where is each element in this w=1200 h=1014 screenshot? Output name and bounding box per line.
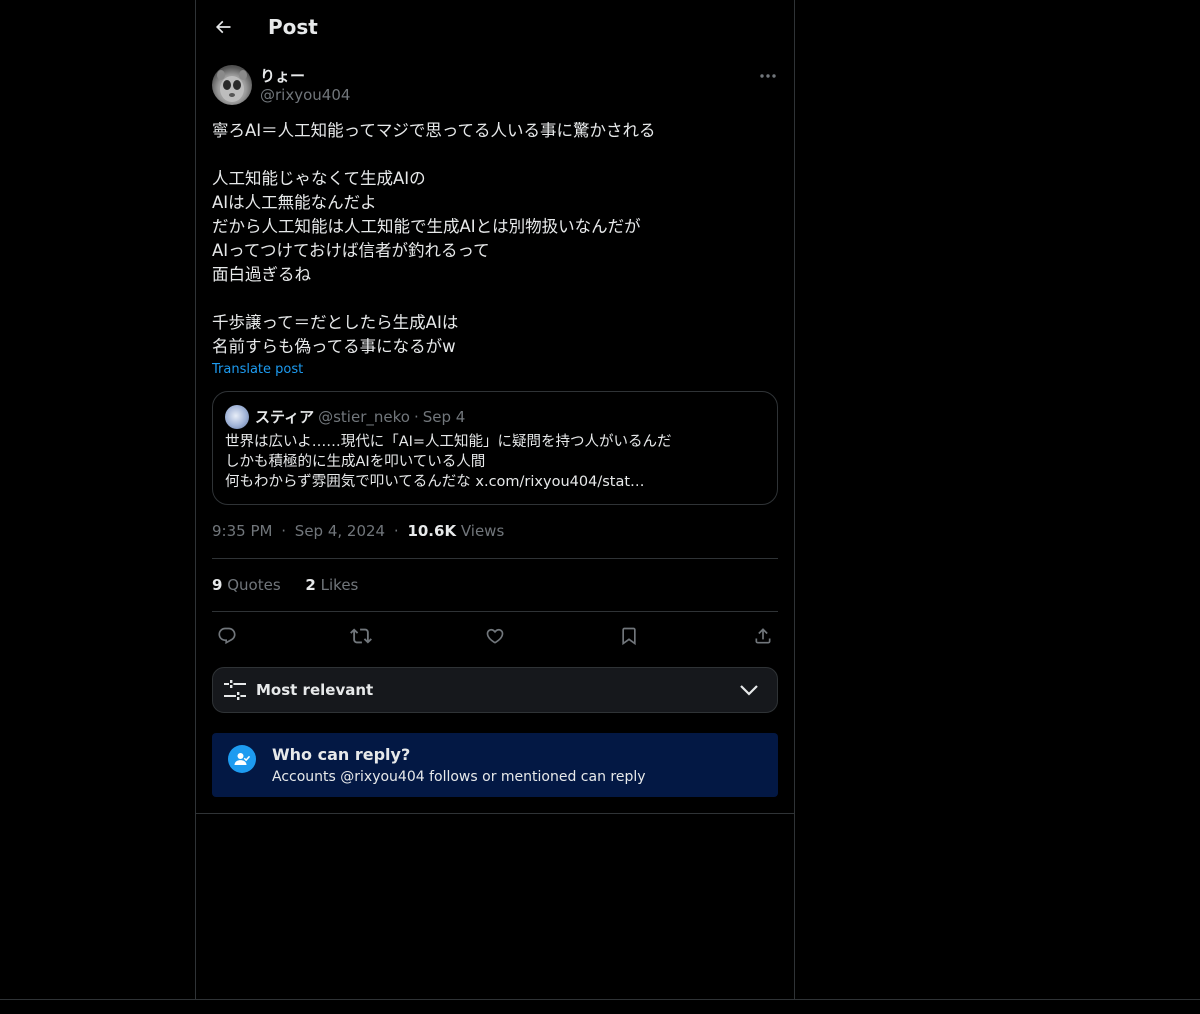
meta-separator: · (393, 522, 399, 540)
header: Post (212, 0, 778, 53)
repost-icon (350, 628, 372, 644)
sort-replies-dropdown[interactable]: Most relevant (212, 667, 778, 713)
chevron-down-icon (740, 685, 758, 696)
likes-count: 2 (305, 576, 316, 594)
like-button[interactable] (483, 624, 507, 648)
quote-header: スティア @stier_neko · Sep 4 (255, 406, 465, 427)
post-text-line: AIは人工無能なんだよ (212, 193, 377, 212)
reply-restriction-title: Who can reply? (272, 745, 411, 764)
views-label: Views (460, 522, 505, 540)
quote-text-line: しかも積極的に生成AIを叩いている人間 (225, 454, 486, 470)
divider (212, 611, 778, 612)
quote-text-line: 何もわからず雰囲気で叩いてるんだな x.com/rixyou404/stat… (225, 474, 645, 490)
quote-author-name[interactable]: スティア (255, 408, 314, 426)
post-text-line: 面白過ぎるね (212, 265, 311, 284)
meta-separator: · (281, 522, 287, 540)
user-check-icon (228, 745, 256, 773)
post-column: Post りょー @rixyou404 寧ろAI＝人工知能ってマジで思ってる人い… (195, 0, 795, 814)
author-handle[interactable]: @rixyou404 (260, 86, 350, 104)
back-button[interactable] (212, 16, 234, 38)
share-button[interactable] (751, 624, 775, 648)
avatar[interactable] (212, 65, 252, 105)
sort-label: Most relevant (256, 681, 374, 699)
post-text-line (212, 287, 778, 311)
like-icon (486, 628, 504, 644)
author-name[interactable]: りょー (260, 65, 305, 86)
share-icon (755, 628, 771, 644)
bookmark-icon (622, 627, 636, 646)
post-meta: 9:35 PM · Sep 4, 2024 · 10.6K Views (212, 522, 504, 540)
action-bar (212, 624, 778, 648)
post-text-line: 名前すらも偽ってる事になるがw (212, 337, 456, 356)
column-continuation (195, 814, 795, 999)
post-text: 寧ろAI＝人工知能ってマジで思ってる人いる事に驚かされる 人工知能じゃなくて生成… (212, 119, 778, 359)
more-icon (760, 74, 776, 78)
quote-separator: · (413, 408, 419, 426)
post-text-line: だから人工知能は人工知能で生成AIとは別物扱いなんだが (212, 217, 641, 236)
quotes-count: 9 (212, 576, 223, 594)
divider (0, 999, 1200, 1000)
quote-text-line: 世界は広いよ……現代に「AI=人工知能」に疑問を持つ人がいるんだ (225, 434, 672, 450)
reply-restriction-subtitle: Accounts @rixyou404 follows or mentioned… (272, 769, 646, 785)
post-time[interactable]: 9:35 PM (212, 522, 272, 540)
post-text-line: 人工知能じゃなくて生成AIの (212, 169, 426, 188)
more-options-button[interactable] (758, 67, 778, 85)
views-count: 10.6K (407, 522, 457, 540)
likes-label: Likes (320, 576, 359, 594)
page-title: Post (268, 14, 318, 39)
arrow-left-icon (215, 20, 231, 33)
quoted-post[interactable]: スティア @stier_neko · Sep 4 世界は広いよ……現代に「AI=人工知… (212, 391, 778, 505)
post-text-line: 寧ろAI＝人工知能ってマジで思ってる人いる事に驚かされる (212, 121, 656, 140)
post-text-line: AIってつけておけば信者が釣れるって (212, 241, 490, 260)
quote-date[interactable]: Sep 4 (423, 408, 466, 426)
repost-button[interactable] (349, 624, 373, 648)
likes-stat[interactable]: 2 Likes (305, 576, 358, 594)
post-text-line (212, 143, 778, 167)
quote-author-handle[interactable]: @stier_neko (318, 408, 410, 426)
bookmark-button[interactable] (617, 624, 641, 648)
page: Post りょー @rixyou404 寧ろAI＝人工知能ってマジで思ってる人い… (0, 0, 1200, 1014)
reply-restriction-notice: Who can reply? Accounts @rixyou404 follo… (212, 733, 778, 797)
post-text-line: 千歩譲って＝だとしたら生成AIは (212, 313, 459, 332)
post-stats: 9 Quotes 2 Likes (212, 576, 378, 594)
quote-text: 世界は広いよ……現代に「AI=人工知能」に疑問を持つ人がいるんだ しかも積極的に… (225, 432, 765, 492)
post-author: りょー @rixyou404 (212, 65, 778, 107)
quotes-label: Quotes (227, 576, 281, 594)
post-date[interactable]: Sep 4, 2024 (295, 522, 385, 540)
quote-avatar[interactable] (225, 405, 249, 429)
filter-sliders-icon (224, 680, 246, 700)
translate-post-link[interactable]: Translate post (212, 362, 303, 377)
reply-icon (218, 627, 236, 645)
quotes-stat[interactable]: 9 Quotes (212, 576, 281, 594)
divider (212, 558, 778, 559)
avatar-image (217, 70, 247, 102)
reply-button[interactable] (215, 624, 239, 648)
